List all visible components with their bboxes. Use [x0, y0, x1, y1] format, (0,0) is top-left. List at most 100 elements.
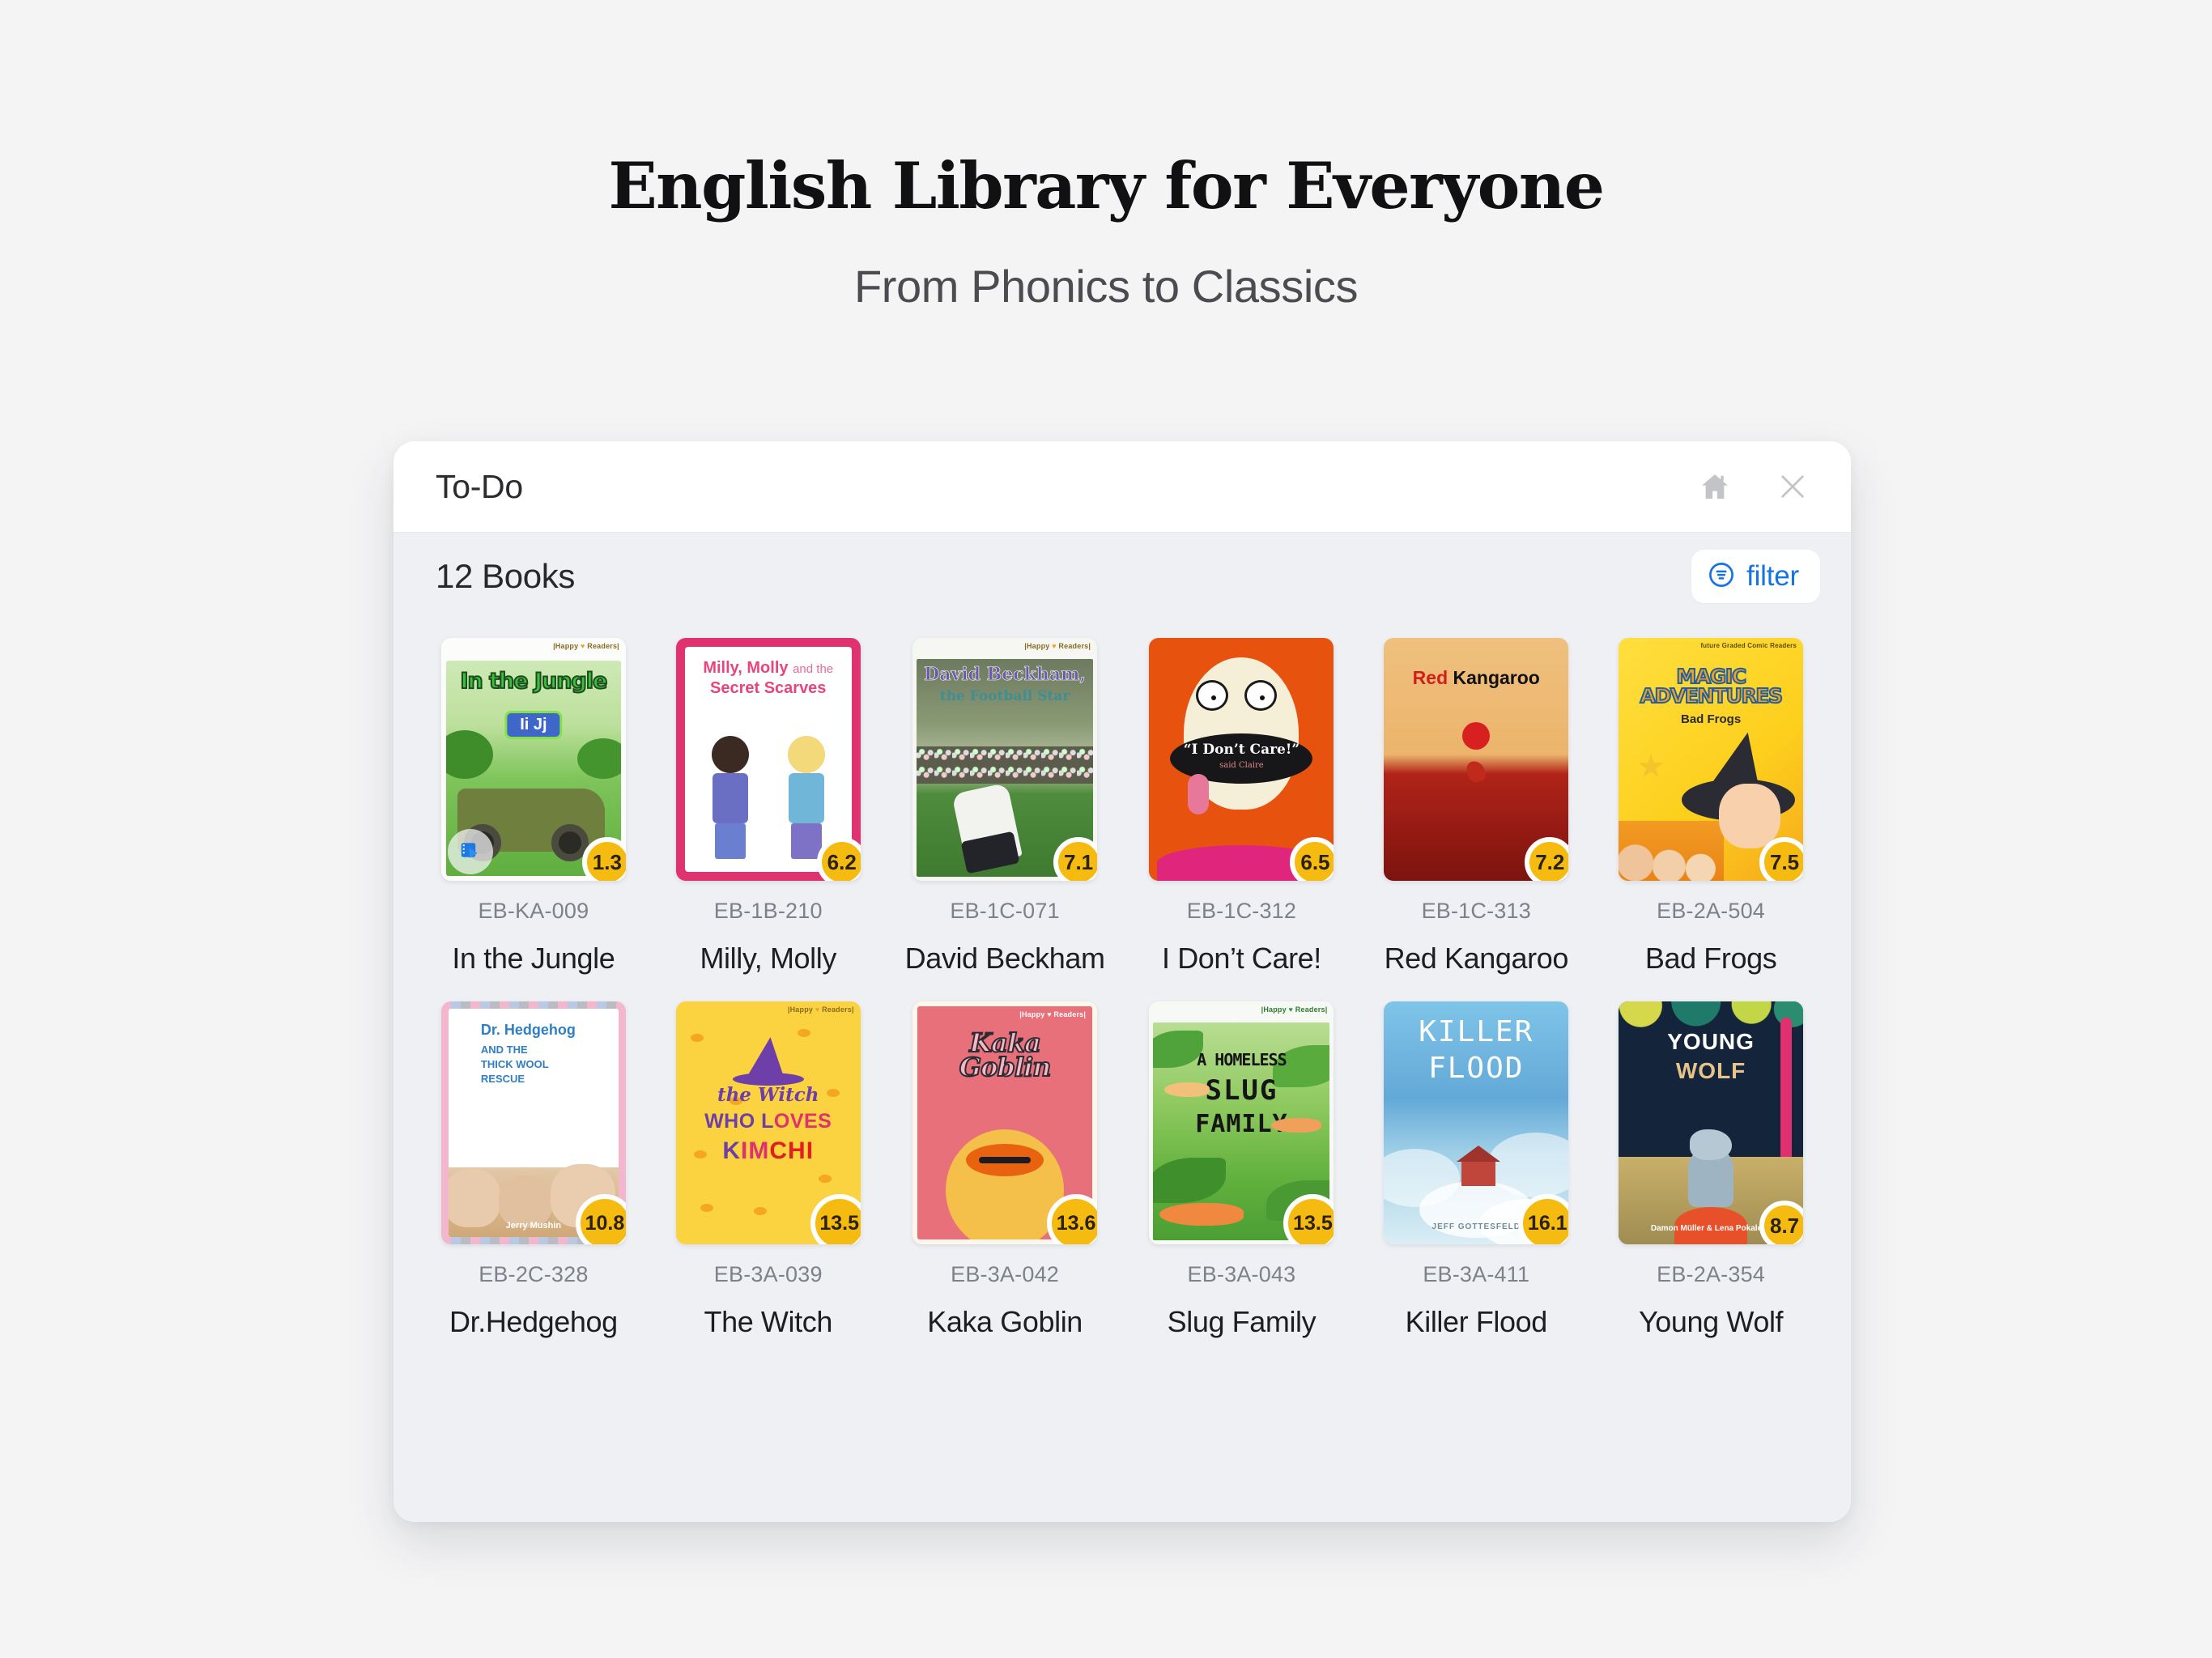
cover-title-text: “I Don’t Care!”	[1183, 742, 1300, 758]
book-cover: |Happy ♥ Readers| David Beckham, the Foo…	[912, 638, 1098, 881]
book-card[interactable]: |Happy ♥ Readers| the Witch WHO LOVES KI…	[670, 993, 866, 1339]
cover-title-text: Dr. Hedgehog	[480, 1022, 576, 1038]
book-cover-wrap[interactable]: future Graded Comic Readers ★ MAGIC ADVEN…	[1619, 630, 1804, 881]
decor-kangaroo	[1465, 759, 1487, 784]
cover-subtitle-text: AND THE THICK WOOL RESCUE	[480, 1044, 549, 1086]
book-card[interactable]: KILLER FLOOD JEFF GOTTESFELD 16.1 EB-3A-…	[1378, 993, 1574, 1339]
decor-mouth-line	[979, 1157, 1032, 1163]
publisher-tag: future Graded Comic Readers	[1700, 642, 1797, 649]
level-badge: 7.2	[1525, 837, 1569, 881]
book-cover-wrap[interactable]: |Happy ♥ Readers| In the Jungle Ii Jj 1.…	[440, 630, 626, 881]
book-card[interactable]: |Happy ♥ Readers| In the Jungle Ii Jj 1.…	[436, 630, 632, 976]
cover-artwork: Milly, Molly and the Secret Scarves	[684, 647, 852, 872]
cover-title-text-2: FLOOD	[1428, 1052, 1525, 1085]
book-card[interactable]: YOUNG WOLF Damon Müller & Lena Pokaleva …	[1613, 993, 1809, 1339]
cover-title-text: Kaka Goblin	[959, 1027, 1053, 1083]
decor-wolf-head	[1690, 1129, 1733, 1160]
todo-window: To-Do 12 Books filter |Happy ♥ Readers| …	[393, 441, 1851, 1522]
cover-title-text: David Beckham,	[924, 664, 1087, 686]
book-code: EB-1C-071	[950, 899, 1060, 923]
decor-child	[784, 736, 829, 859]
book-code: EB-3A-042	[951, 1262, 1060, 1286]
decor-sheep	[448, 1169, 500, 1227]
decor-sheep	[498, 1175, 552, 1227]
home-icon	[1699, 470, 1731, 503]
publisher-tag: |Happy ♥ Readers|	[1019, 1010, 1087, 1018]
book-code: EB-KA-009	[478, 899, 589, 923]
decor-slug	[1271, 1118, 1322, 1133]
book-title: Milly, Molly	[700, 942, 836, 975]
book-cover: “I Don’t Care!” said Claire 6.5	[1149, 638, 1334, 881]
book-code: EB-1C-313	[1421, 899, 1531, 923]
decor-roof	[1457, 1146, 1501, 1162]
book-count-label: 12 Books	[436, 557, 575, 595]
book-code: EB-3A-039	[713, 1262, 823, 1286]
decor-witch-face	[1719, 784, 1781, 848]
decor-tongue	[1188, 774, 1210, 814]
page-root: English Library for Everyone From Phonic…	[0, 0, 2212, 1658]
book-title: I Don’t Care!	[1162, 942, 1321, 975]
filter-button[interactable]: filter	[1691, 550, 1820, 603]
media-badge[interactable]	[447, 829, 493, 874]
book-cover-wrap[interactable]: |Happy ♥ Readers| A HOMELESS SLUG FAMILY	[1149, 993, 1334, 1244]
cover-byline-text: said Claire	[1219, 761, 1264, 770]
level-badge: 7.5	[1759, 837, 1804, 881]
book-card[interactable]: Milly, Molly and the Secret Scarves 6.2 …	[670, 630, 866, 976]
page-subtitle: From Phonics to Classics	[853, 261, 1359, 312]
window-title: To-Do	[436, 467, 523, 505]
book-cover-wrap[interactable]: |Happy ♥ Readers| David Beckham, the Foo…	[912, 630, 1098, 881]
cover-title-text: In the Jungle	[459, 668, 608, 695]
decor-slug	[1164, 1082, 1210, 1097]
cover-title-text: KILLER	[1419, 1015, 1534, 1048]
home-button[interactable]	[1692, 464, 1738, 509]
cover-title-text-2: WOLF	[1675, 1058, 1746, 1083]
book-cover: |Happy ♥ Readers| In the Jungle Ii Jj 1.…	[440, 638, 626, 881]
book-cover: |Happy ♥ Readers| the Witch WHO LOVES KI…	[675, 1001, 861, 1244]
decor-sun	[1462, 722, 1491, 750]
book-cover: KILLER FLOOD JEFF GOTTESFELD 16.1	[1384, 1001, 1569, 1244]
window-actions	[1692, 464, 1815, 509]
book-code: EB-2A-504	[1657, 899, 1766, 923]
decor-child	[708, 736, 753, 859]
book-title: In the Jungle	[452, 942, 615, 975]
book-card[interactable]: “I Don’t Care!” said Claire 6.5 EB-1C-31…	[1144, 630, 1340, 976]
decor-slug	[1159, 1203, 1244, 1226]
filter-label: filter	[1746, 560, 1799, 592]
book-cover-wrap[interactable]: KILLER FLOOD JEFF GOTTESFELD 16.1	[1384, 993, 1569, 1244]
decor-star: ★	[1636, 749, 1665, 784]
cover-title-text: MAGIC ADVENTURES	[1639, 665, 1784, 708]
cover-subtitle-text: WHO LOVES	[704, 1110, 832, 1133]
book-cover-wrap[interactable]: Dr. Hedgehog AND THE THICK WOOL RESCUE Jer…	[440, 993, 626, 1244]
level-badge: 7.1	[1053, 837, 1098, 881]
book-card[interactable]: |Happy ♥ Readers| David Beckham, the Foo…	[905, 630, 1105, 976]
book-title: David Beckham	[904, 942, 1105, 975]
decor-witch-hat	[748, 1035, 789, 1078]
close-button[interactable]	[1770, 464, 1815, 509]
cover-subtitle-text: Bad Frogs	[1680, 712, 1742, 726]
cover-subtitle-text: the Football Star	[939, 688, 1070, 704]
book-title: Killer Flood	[1405, 1305, 1548, 1338]
book-cover-wrap[interactable]: |Happy ♥ Readers| Kaka Goblin 13.6	[912, 993, 1098, 1244]
book-cover-wrap[interactable]: Milly, Molly and the Secret Scarves 6.2	[675, 630, 861, 881]
book-card[interactable]: future Graded Comic Readers ★ MAGIC ADVEN…	[1613, 630, 1809, 976]
cover-title-text: Red Kangaroo	[1412, 667, 1540, 688]
close-icon	[1776, 470, 1810, 504]
book-card[interactable]: Dr. Hedgehog AND THE THICK WOOL RESCUE Jer…	[436, 993, 632, 1339]
publisher-tag: |Happy ♥ Readers|	[1024, 642, 1091, 650]
book-code: EB-2A-354	[1657, 1262, 1766, 1286]
book-code: EB-3A-043	[1187, 1262, 1296, 1286]
cover-subtitle-text-2: KIMCHI	[722, 1137, 815, 1164]
book-title: Slug Family	[1167, 1305, 1317, 1338]
decor-bush	[576, 738, 621, 779]
book-code: EB-3A-411	[1423, 1262, 1530, 1286]
book-code: EB-2C-328	[479, 1262, 589, 1286]
book-cover-wrap[interactable]: Red Kangaroo 7.2	[1384, 630, 1569, 881]
book-card[interactable]: |Happy ♥ Readers| Kaka Goblin 13.6 EB-3A-…	[905, 993, 1105, 1339]
book-title: Dr.Hedgehog	[449, 1305, 618, 1338]
book-cover-wrap[interactable]: YOUNG WOLF Damon Müller & Lena Pokaleva …	[1619, 993, 1804, 1244]
book-cover-wrap[interactable]: |Happy ♥ Readers| the Witch WHO LOVES KI…	[675, 993, 861, 1244]
book-cover-wrap[interactable]: “I Don’t Care!” said Claire 6.5	[1149, 630, 1334, 881]
book-cover: Red Kangaroo 7.2	[1384, 638, 1569, 881]
book-card[interactable]: Red Kangaroo 7.2 EB-1C-313 Red Kangaroo	[1378, 630, 1574, 976]
book-card[interactable]: |Happy ♥ Readers| A HOMELESS SLUG FAMILY	[1144, 993, 1340, 1339]
